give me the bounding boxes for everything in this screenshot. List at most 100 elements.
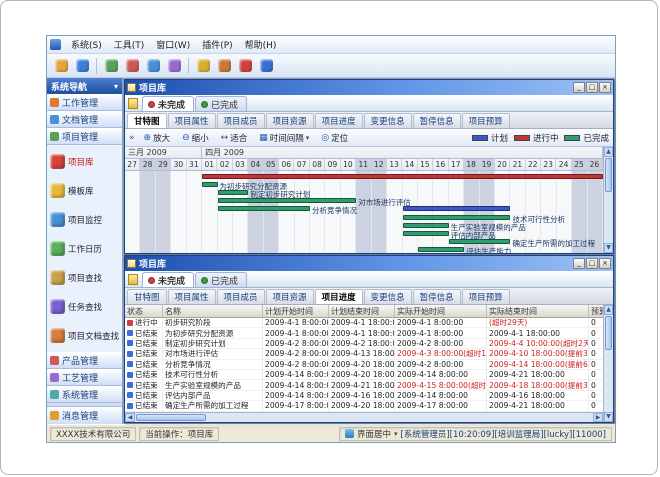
help-button[interactable] [257,57,275,75]
progress-window-titlebar[interactable]: 项目库 _□× [125,256,613,271]
maximize-button[interactable]: □ [586,82,598,93]
gantt-bar-done[interactable] [218,190,249,195]
tab-properties[interactable]: 项目属性 [168,113,216,128]
tab-gantt[interactable]: 甘特图 [127,289,167,304]
close-button[interactable]: × [599,258,611,269]
tab-pauses[interactable]: 暂停信息 [413,113,461,128]
tab-changes[interactable]: 变更信息 [364,289,412,304]
chevron-down-icon[interactable]: ▾ [394,430,398,438]
scroll-down-icon[interactable]: ▼ [604,412,613,422]
scroll-up-icon[interactable]: ▲ [604,147,613,157]
sidebar-item-message[interactable]: 消息管理 [47,406,122,424]
menu-item[interactable]: 系统(S) [65,37,108,52]
gantt-window-titlebar[interactable]: 项目库 _□× [125,80,613,95]
scroll-track[interactable] [604,193,613,243]
gantt-bar-plan[interactable] [403,206,511,211]
scroll-thumb[interactable] [605,316,612,350]
table-row[interactable]: 已结束为初步研究分配资源2009-4-1 8:00:002009-4-1 18:… [125,328,603,338]
fit-button[interactable]: ↔适合 [216,130,253,146]
maximize-button[interactable]: □ [586,258,598,269]
chevron-down-icon[interactable]: ▾ [114,82,118,91]
gantt-bar-done[interactable] [403,223,449,228]
tab-progress[interactable]: 项目进度 [315,113,363,128]
exit-button[interactable] [236,57,254,75]
tab-members[interactable]: 项目成员 [217,113,265,128]
sidebar-group-doc[interactable]: 文档管理 [47,111,122,128]
column-header-actual-end[interactable]: 实际结束时间 [487,305,589,317]
sidebar-group-system[interactable]: 系统管理 [47,386,122,403]
scroll-left-icon[interactable]: ◀ [125,413,135,422]
scroll-right-icon[interactable]: ▶ [593,413,603,422]
sidebar-item-project-monitor[interactable]: 项目监控 [47,205,122,234]
sidebar-group-process[interactable]: 工艺管理 [47,369,122,386]
sidebar-group-project[interactable]: 项目管理 [47,128,122,145]
table-row[interactable]: 已结束制定初步研究计划2009-4-2 8:00:002009-4-2 18:0… [125,339,603,349]
scroll-up-icon[interactable]: ▲ [604,305,613,315]
scroll-thumb[interactable] [605,158,612,192]
sidebar-item-project-lib[interactable]: 项目库 [47,147,122,176]
chevron-down-icon[interactable]: ▾ [306,134,310,142]
overflow-chevron-icon[interactable]: » [129,133,135,143]
sidebar-item-work-calendar[interactable]: 工作日历 [47,234,122,263]
tab-budget[interactable]: 项目预算 [462,289,510,304]
menu-item[interactable]: 工具(T) [108,37,151,52]
tab-changes[interactable]: 变更信息 [364,113,412,128]
tab-progress[interactable]: 项目进度 [315,289,363,304]
gantt-vertical-scrollbar[interactable]: ▲ ▼ [603,147,613,253]
gantt-bar-done[interactable] [449,239,511,244]
tab-budget[interactable]: 项目预算 [462,113,510,128]
calendar-button[interactable] [165,57,183,75]
tab-unfinished[interactable]: 未完成 [142,272,194,287]
tab-properties[interactable]: 项目属性 [168,289,216,304]
menu-item[interactable]: 帮助(H) [239,37,283,52]
key-button[interactable] [215,57,233,75]
sidebar-item-template-lib[interactable]: 模板库 [47,176,122,205]
sidebar-item-project-doc-search[interactable]: 项目文档查找 [47,321,122,350]
table-row[interactable]: 已结束生产实验室规模的产品2009-4-14 8:00:002009-4-21 … [125,380,603,390]
column-header-plan-start[interactable]: 计划开始时间 [263,305,329,317]
sidebar-item-project-search[interactable]: 项目查找 [47,263,122,292]
sidebar-group-work[interactable]: 工作管理 [47,94,122,111]
gantt-bar-done[interactable] [403,215,511,220]
open-button[interactable] [52,57,70,75]
zoom-in-button[interactable]: ⊕放大 [139,130,176,146]
table-horizontal-scrollbar[interactable]: ◀ ▶ [125,412,603,422]
minimize-button[interactable]: _ [573,258,585,269]
scroll-track[interactable] [604,351,613,412]
lock-button[interactable] [194,57,212,75]
column-header-status[interactable]: 状态 [125,305,163,317]
grid-button[interactable] [102,57,120,75]
tab-unfinished[interactable]: 未完成 [142,96,194,111]
gantt-bar-run[interactable] [202,174,603,179]
tab-members[interactable]: 项目成员 [217,289,265,304]
gantt-bar-done[interactable] [218,198,357,203]
tab-resources[interactable]: 项目资源 [266,113,314,128]
column-header-plan-end[interactable]: 计划结束时间 [329,305,395,317]
table-row[interactable]: 已结束分析竞争情况2009-4-2 8:00:002009-4-20 18:00… [125,360,603,370]
sidebar-item-task-search[interactable]: 任务查找 [47,292,122,321]
scroll-down-icon[interactable]: ▼ [604,243,613,253]
tab-resources[interactable]: 项目资源 [266,289,314,304]
tab-gantt[interactable]: 甘特图 [127,113,167,128]
table-row[interactable]: 已结束技术可行性分析2009-4-14 8:00:002009-4-20 18:… [125,370,603,380]
ui-mode-label[interactable]: 界面居中 [357,428,391,440]
menu-item[interactable]: 插件(P) [196,37,238,52]
minimize-button[interactable]: _ [573,82,585,93]
gantt-bar-done[interactable] [202,182,217,187]
globe-button[interactable] [73,57,91,75]
tab-finished[interactable]: 已完成 [195,272,247,287]
document-button[interactable] [144,57,162,75]
column-header-name[interactable]: 名称 [163,305,263,317]
table-row[interactable]: 进行中初步研究阶段2009-4-1 8:00:002009-4-1 18:00:… [125,318,603,328]
scroll-thumb[interactable] [136,414,206,421]
interval-button[interactable]: ▦时间间隔▾ [254,130,314,146]
column-header-actual-start[interactable]: 实际开始时间 [395,305,487,317]
sidebar-group-product[interactable]: 产品管理 [47,352,122,369]
gantt-bar-done[interactable] [218,206,311,211]
scroll-track[interactable] [207,413,593,422]
menu-item[interactable]: 窗口(W) [150,37,196,52]
table-row[interactable]: 已结束确定生产所需的加工过程2009-4-17 8:00:002009-4-20… [125,401,603,411]
chart-button[interactable] [123,57,141,75]
table-row[interactable]: 已结束评估内部产品2009-4-14 8:00:002009-4-16 18:0… [125,391,603,401]
gantt-bar-done[interactable] [418,247,464,252]
